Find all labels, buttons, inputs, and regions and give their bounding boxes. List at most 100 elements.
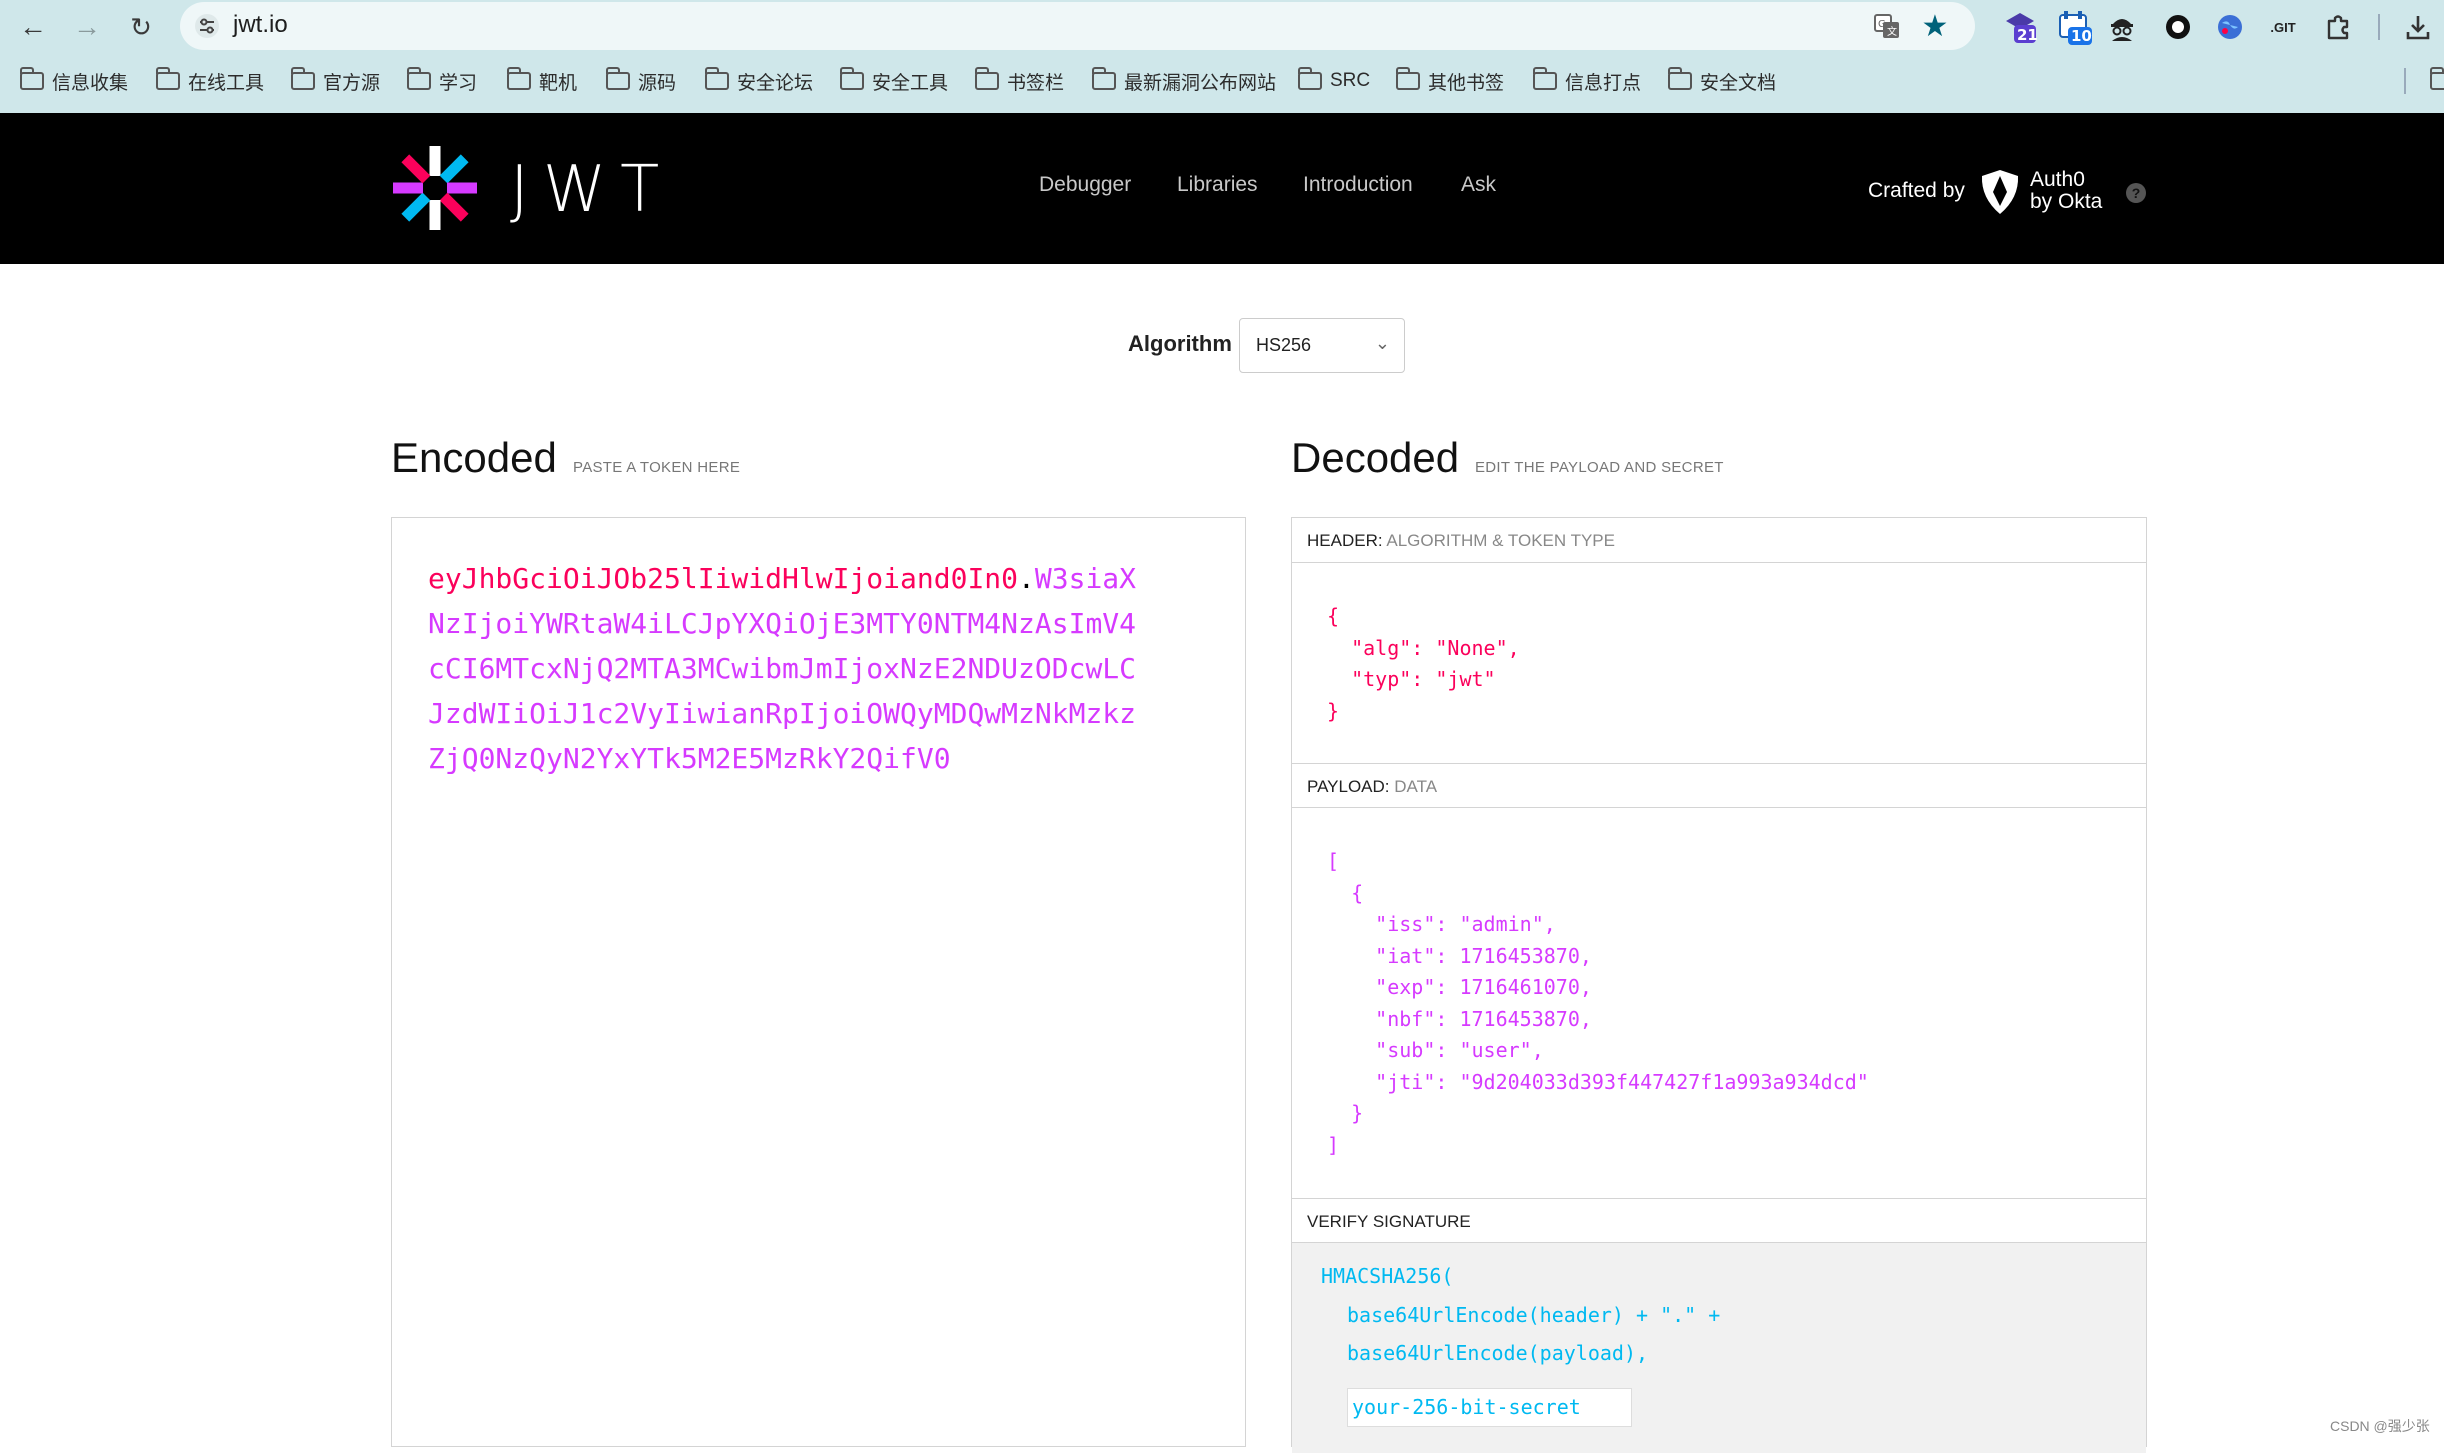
bookmark-folder[interactable]: 源码 <box>605 66 677 96</box>
bookmarks-divider <box>2404 68 2406 94</box>
jwt-logo-icon[interactable] <box>390 143 480 238</box>
okta-line: by Okta <box>2030 190 2103 213</box>
bookmark-folder[interactable]: 在线工具 <box>155 66 265 96</box>
token-text[interactable]: eyJhbGciOiJOb25lIiwidHlwIjoiand0In0.W3si… <box>428 556 1148 781</box>
folder-icon <box>19 67 44 90</box>
bookmark-folder[interactable]: 信息收集 <box>19 66 129 96</box>
folder-icon <box>839 67 864 90</box>
svg-text:文: 文 <box>1887 25 1897 38</box>
bookmark-folder[interactable]: 信息打点 <box>1532 66 1642 96</box>
payload-section-title: PAYLOAD: DATA <box>1292 763 2146 808</box>
download-icon[interactable] <box>2398 7 2438 47</box>
bookmark-folder[interactable] <box>2429 66 2444 96</box>
folder-icon <box>704 67 729 90</box>
payload-json-editor[interactable]: [ { "iss": "admin", "iat": 1716453870, "… <box>1327 846 1869 1161</box>
token-header-part: eyJhbGciOiJOb25lIiwidHlwIjoiand0In0 <box>428 562 1019 595</box>
bookmark-folder[interactable]: 官方源 <box>290 66 381 96</box>
translate-icon[interactable]: G文 <box>1869 8 1905 44</box>
bookmark-folder[interactable]: 最新漏洞公布网站 <box>1091 66 1277 96</box>
logo-wordmark[interactable]: JWT <box>510 153 673 227</box>
toolbar-divider <box>2378 14 2380 40</box>
header-section-title: HEADER: ALGORITHM & TOKEN TYPE <box>1292 518 2146 563</box>
bookmark-folder[interactable]: 安全文档 <box>1667 66 1777 96</box>
bookmark-star-icon[interactable]: ★ <box>1917 8 1953 44</box>
git-extension-icon[interactable]: .GIT <box>2263 7 2303 47</box>
folder-icon <box>974 67 999 90</box>
nav-introduction[interactable]: Introduction <box>1303 173 1413 197</box>
nav-libraries[interactable]: Libraries <box>1177 173 1258 197</box>
bookmark-label: SRC <box>1330 70 1371 91</box>
encoded-subtitle: PASTE A TOKEN HERE <box>573 459 741 476</box>
folder-icon <box>1532 67 1557 90</box>
encoded-token-editor[interactable]: eyJhbGciOiJOb25lIiwidHlwIjoiand0In0.W3si… <box>391 517 1246 1447</box>
bookmark-folder[interactable]: SRC <box>1297 66 1371 96</box>
decoded-panel: HEADER: ALGORITHM & TOKEN TYPE { "alg": … <box>1291 517 2147 1453</box>
folder-icon <box>290 67 315 90</box>
crafted-by-label: Crafted by <box>1868 179 1965 202</box>
signature-section: HMACSHA256( base64UrlEncode(header) + ".… <box>1292 1243 2146 1453</box>
folder-icon <box>1297 67 1322 90</box>
chevron-down-icon: ⌄ <box>1374 333 1390 353</box>
reload-icon[interactable]: ↻ <box>122 8 160 46</box>
folder-icon <box>1395 67 1420 90</box>
watermark: CSDN @强少张 <box>2330 1418 2430 1434</box>
decoded-subtitle: EDIT THE PAYLOAD AND SECRET <box>1475 459 1724 476</box>
bookmark-label: 安全文档 <box>1700 72 1777 94</box>
help-icon[interactable]: ? <box>2126 183 2146 203</box>
bookmark-label: 信息打点 <box>1565 72 1642 94</box>
header-label: HEADER: <box>1307 531 1383 550</box>
signature-payload-arg: base64UrlEncode(payload), <box>1347 1341 1649 1365</box>
folder-icon <box>605 67 630 90</box>
site-header: JWT Debugger Libraries Introduction Ask … <box>0 113 2444 264</box>
folder-icon <box>155 67 180 90</box>
nav-ask[interactable]: Ask <box>1461 173 1496 197</box>
extensions-puzzle-icon[interactable] <box>2318 7 2358 47</box>
bookmark-label: 书签栏 <box>1007 72 1065 94</box>
nav-debugger[interactable]: Debugger <box>1039 173 1131 197</box>
signature-header-arg: base64UrlEncode(header) + "." + <box>1347 1303 1721 1327</box>
svg-text:G: G <box>1878 19 1886 30</box>
bookmark-folder[interactable]: 靶机 <box>506 66 578 96</box>
bookmark-label: 在线工具 <box>188 72 265 94</box>
bookmark-label: 源码 <box>638 72 677 94</box>
bookmark-label: 最新漏洞公布网站 <box>1124 72 1277 94</box>
bookmark-label: 靶机 <box>539 72 578 94</box>
globe-extension-icon[interactable] <box>2210 7 2250 47</box>
algorithm-select[interactable]: HS256 ⌄ <box>1239 318 1405 373</box>
extension-icon[interactable]: 21 <box>2000 7 2040 47</box>
bookmark-folder[interactable]: 书签栏 <box>974 66 1065 96</box>
bookmark-folder[interactable]: 学习 <box>406 66 477 96</box>
address-bar[interactable]: G文 ★ <box>180 2 1975 50</box>
auth0-brand[interactable]: Auth0 by Okta <box>2030 169 2102 213</box>
bookmark-folder[interactable]: 安全论坛 <box>704 66 813 96</box>
token-separator: . <box>1018 562 1035 595</box>
extension-icon[interactable]: 10 <box>2054 7 2094 47</box>
bookmark-folder[interactable]: 其他书签 <box>1395 66 1504 96</box>
bookmark-label: 安全工具 <box>872 72 949 94</box>
url-text: jwt.io <box>233 11 288 38</box>
extension-badge-count: 21 <box>2017 26 2038 44</box>
spy-extension-icon[interactable] <box>2102 7 2142 47</box>
forward-icon[interactable]: → <box>68 8 106 46</box>
folder-icon <box>1091 67 1116 90</box>
back-icon[interactable]: ← <box>14 8 52 46</box>
signature-function: HMACSHA256( <box>1321 1264 1454 1288</box>
folder-icon <box>2429 67 2444 90</box>
bookmark-label: 官方源 <box>323 72 381 94</box>
encoded-title: Encoded <box>391 434 557 481</box>
record-extension-icon[interactable] <box>2158 7 2198 47</box>
header-sublabel: ALGORITHM & TOKEN TYPE <box>1386 531 1615 550</box>
folder-icon <box>406 67 431 90</box>
header-json-editor[interactable]: { "alg": "None", "typ": "jwt" } <box>1327 601 1520 727</box>
bookmark-folder[interactable]: 安全工具 <box>839 66 949 96</box>
browser-toolbar: ← → ↻ G文 ★ jwt.io 21 10 .GIT 信息收集 在线工具 官… <box>0 0 2444 113</box>
auth0-shield-icon[interactable] <box>1979 168 2021 221</box>
site-settings-icon[interactable] <box>189 8 225 44</box>
payload-label: PAYLOAD: <box>1307 777 1390 796</box>
algorithm-label: Algorithm <box>1128 331 1232 356</box>
secret-input[interactable]: your-256-bit-secret <box>1347 1388 1632 1427</box>
extension-badge-count: 10 <box>2071 27 2092 45</box>
bookmark-label: 信息收集 <box>52 72 129 94</box>
folder-icon <box>506 67 531 90</box>
decoded-title: Decoded <box>1291 434 1460 481</box>
